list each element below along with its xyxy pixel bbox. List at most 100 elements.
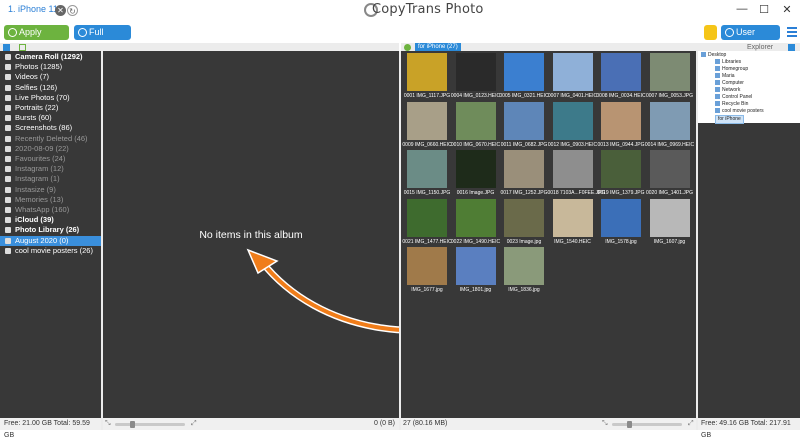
photo-image: [601, 53, 641, 91]
photo-caption: IMG_1578.jpg: [605, 238, 637, 245]
photo-image: [552, 53, 593, 91]
photo-caption: 0005 IMG_0321.HEIC: [499, 93, 549, 99]
pc-photo-grid: 0001 IMG_1117.JPG 0004 IMG_0123.HEIC 0005 …: [401, 51, 696, 418]
photo-caption: IMG_1540.HEIC: [554, 238, 591, 245]
photo-thumbnail[interactable]: 0012 IMG_0903.HEIC: [548, 101, 597, 149]
photo-caption: 0001 IMG_1117.JPG: [403, 93, 451, 99]
photo-thumbnail[interactable]: 0023 Image.jpg: [501, 198, 547, 246]
folder-label: Network: [722, 87, 741, 93]
photo-thumbnail[interactable]: 0021 IMG_1477.HEIC: [402, 198, 452, 246]
photo-caption: 0019 IMG_1379.JPG: [597, 190, 645, 196]
folder-label: cool movie posters: [722, 108, 764, 114]
photo-thumbnail[interactable]: 0019 IMG_1379.JPG: [598, 150, 644, 197]
folder-tree: Desktop Libraries Homegroup Maria Computer Ne…: [698, 51, 800, 124]
photo-caption: 0016 Image.JPG: [456, 190, 495, 196]
pc-storage-status: Free: 49.16 GB Total: 217.91 GB: [698, 418, 800, 439]
zoom-out-icon[interactable]: ⤡: [105, 420, 111, 428]
photo-thumbnail[interactable]: 0022 IMG_1490.HEIC: [451, 198, 500, 246]
photo-caption: 0020 IMG_1401.JPG: [646, 190, 693, 196]
photo-thumbnail[interactable]: 0011 IMG_0682.JPG: [501, 101, 547, 149]
photo-caption: 0021 IMG_1477.HEIC: [402, 238, 452, 245]
folder-label: Libraries: [722, 59, 742, 65]
photo-thumbnail[interactable]: 0020 IMG_1401.JPG: [646, 150, 693, 197]
photo-image: [407, 198, 447, 237]
photo-image: [649, 198, 690, 237]
photo-image: [504, 53, 544, 91]
folder-label: Maria: [722, 73, 735, 79]
photo-caption: IMG_1836.jpg: [508, 287, 540, 293]
panel-divider[interactable]: [101, 51, 103, 430]
photo-thumbnail[interactable]: 0009 IMG_0660.HEIC: [402, 101, 452, 149]
photo-thumbnail[interactable]: 0005 IMG_0321.HEIC: [499, 53, 549, 100]
folder-icon: [701, 52, 706, 57]
folder-icon: [715, 73, 720, 78]
folder-icon: [715, 80, 720, 85]
photo-thumbnail[interactable]: 0010 IMG_0670.HEIC: [450, 101, 501, 149]
photo-thumbnail[interactable]: 0016 Image.JPG: [453, 150, 499, 197]
photo-thumbnail[interactable]: IMG_1607.jpg: [647, 198, 693, 246]
photo-caption: 0007 IMG_0053.JPG: [646, 93, 693, 99]
photo-caption: 0010 IMG_0670.HEIC: [450, 141, 501, 148]
photo-image: [649, 101, 690, 140]
photo-thumbnail[interactable]: 0004 IMG_0123.HEIC: [450, 53, 501, 100]
pc-count: 27 (80.16 MB): [403, 420, 448, 427]
iphone-storage-status: Free: 21.00 GB Total: 59.59 GB: [0, 418, 101, 439]
panel-divider[interactable]: [696, 51, 698, 430]
photo-caption: 0004 IMG_0123.HEIC: [450, 93, 501, 99]
folder-icon: [715, 66, 720, 71]
photo-thumbnail[interactable]: IMG_1836.jpg: [501, 247, 547, 294]
folder-label: Recycle Bin: [722, 101, 749, 107]
photo-image: [552, 101, 593, 140]
pc-zoom-out-icon[interactable]: ⤡: [602, 420, 608, 428]
photo-thumbnail[interactable]: 0018 7103A...F0FEE.JPG: [548, 150, 605, 197]
folder-label: Desktop: [708, 52, 727, 58]
photo-image: [455, 198, 496, 237]
photo-caption: IMG_1607.jpg: [653, 238, 686, 245]
folder-tree-item[interactable]: Control Panel: [715, 94, 752, 101]
folder-label: Control Panel: [722, 94, 753, 100]
photo-thumbnail[interactable]: IMG_1801.jpg: [453, 247, 499, 294]
photo-thumbnail[interactable]: 0007 IMG_0053.JPG: [646, 53, 693, 100]
zoom-in-icon[interactable]: ⤢: [191, 420, 197, 428]
photo-thumbnail[interactable]: 0013 IMG_0944.JPG: [597, 101, 645, 149]
photo-thumbnail[interactable]: IMG_1540.HEIC: [550, 198, 596, 246]
photo-image: [649, 53, 690, 91]
folder-tree-item[interactable]: Recycle Bin: [715, 101, 748, 108]
pc-zoom-in-icon[interactable]: ⤢: [688, 420, 694, 428]
photo-caption: IMG_1677.jpg: [411, 287, 443, 293]
folder-tree-item[interactable]: Libraries: [715, 59, 741, 66]
photo-thumbnail[interactable]: 0008 IMG_0034.HEIC: [596, 53, 646, 100]
pc-zoom-thumb[interactable]: [627, 421, 632, 428]
pc-zoom-slider[interactable]: [612, 423, 682, 426]
photo-thumbnail[interactable]: 0015 IMG_1150.JPG: [404, 150, 450, 197]
photo-thumbnail[interactable]: 0017 IMG_1252.JPG: [501, 150, 547, 197]
photo-image: [504, 150, 544, 188]
panel-divider[interactable]: [399, 51, 401, 430]
folder-tree-item[interactable]: cool movie posters: [715, 108, 764, 115]
folder-tree-item[interactable]: for iPhone: [715, 115, 744, 124]
center-zoom-slider[interactable]: [115, 423, 185, 426]
folder-label: for iPhone: [718, 116, 741, 122]
center-count: 0 (0 B): [373, 420, 395, 427]
photo-image: [601, 101, 641, 140]
folder-tree-item[interactable]: Computer: [715, 80, 744, 87]
folder-tree-item[interactable]: Maria: [715, 73, 735, 80]
photo-image: [407, 150, 447, 188]
photo-caption: IMG_1801.jpg: [459, 287, 492, 293]
photo-caption: 0015 IMG_1150.JPG: [403, 190, 451, 196]
photo-image: [504, 198, 544, 237]
folder-tree-item[interactable]: Network: [715, 87, 740, 94]
photo-image: [601, 150, 641, 188]
folder-icon: [715, 59, 720, 64]
photo-caption: 0023 Image.jpg: [506, 238, 542, 245]
photo-thumbnail[interactable]: IMG_1578.jpg: [598, 198, 644, 246]
photo-thumbnail[interactable]: 0007 IMG_0401.HEIC: [548, 53, 597, 100]
folder-tree-item[interactable]: Desktop: [701, 52, 726, 59]
folder-tree-item[interactable]: Homegroup: [715, 66, 748, 73]
center-zoom-thumb[interactable]: [130, 421, 135, 428]
photo-thumbnail[interactable]: IMG_1677.jpg: [404, 247, 450, 294]
photo-thumbnail[interactable]: 0001 IMG_1117.JPG: [404, 53, 450, 100]
photo-thumbnail[interactable]: 0014 IMG_0969.HEIC: [645, 101, 694, 149]
explorer-panel: Desktop Libraries Homegroup Maria Computer Ne…: [698, 51, 800, 418]
photo-caption: 0013 IMG_0944.JPG: [597, 141, 645, 148]
